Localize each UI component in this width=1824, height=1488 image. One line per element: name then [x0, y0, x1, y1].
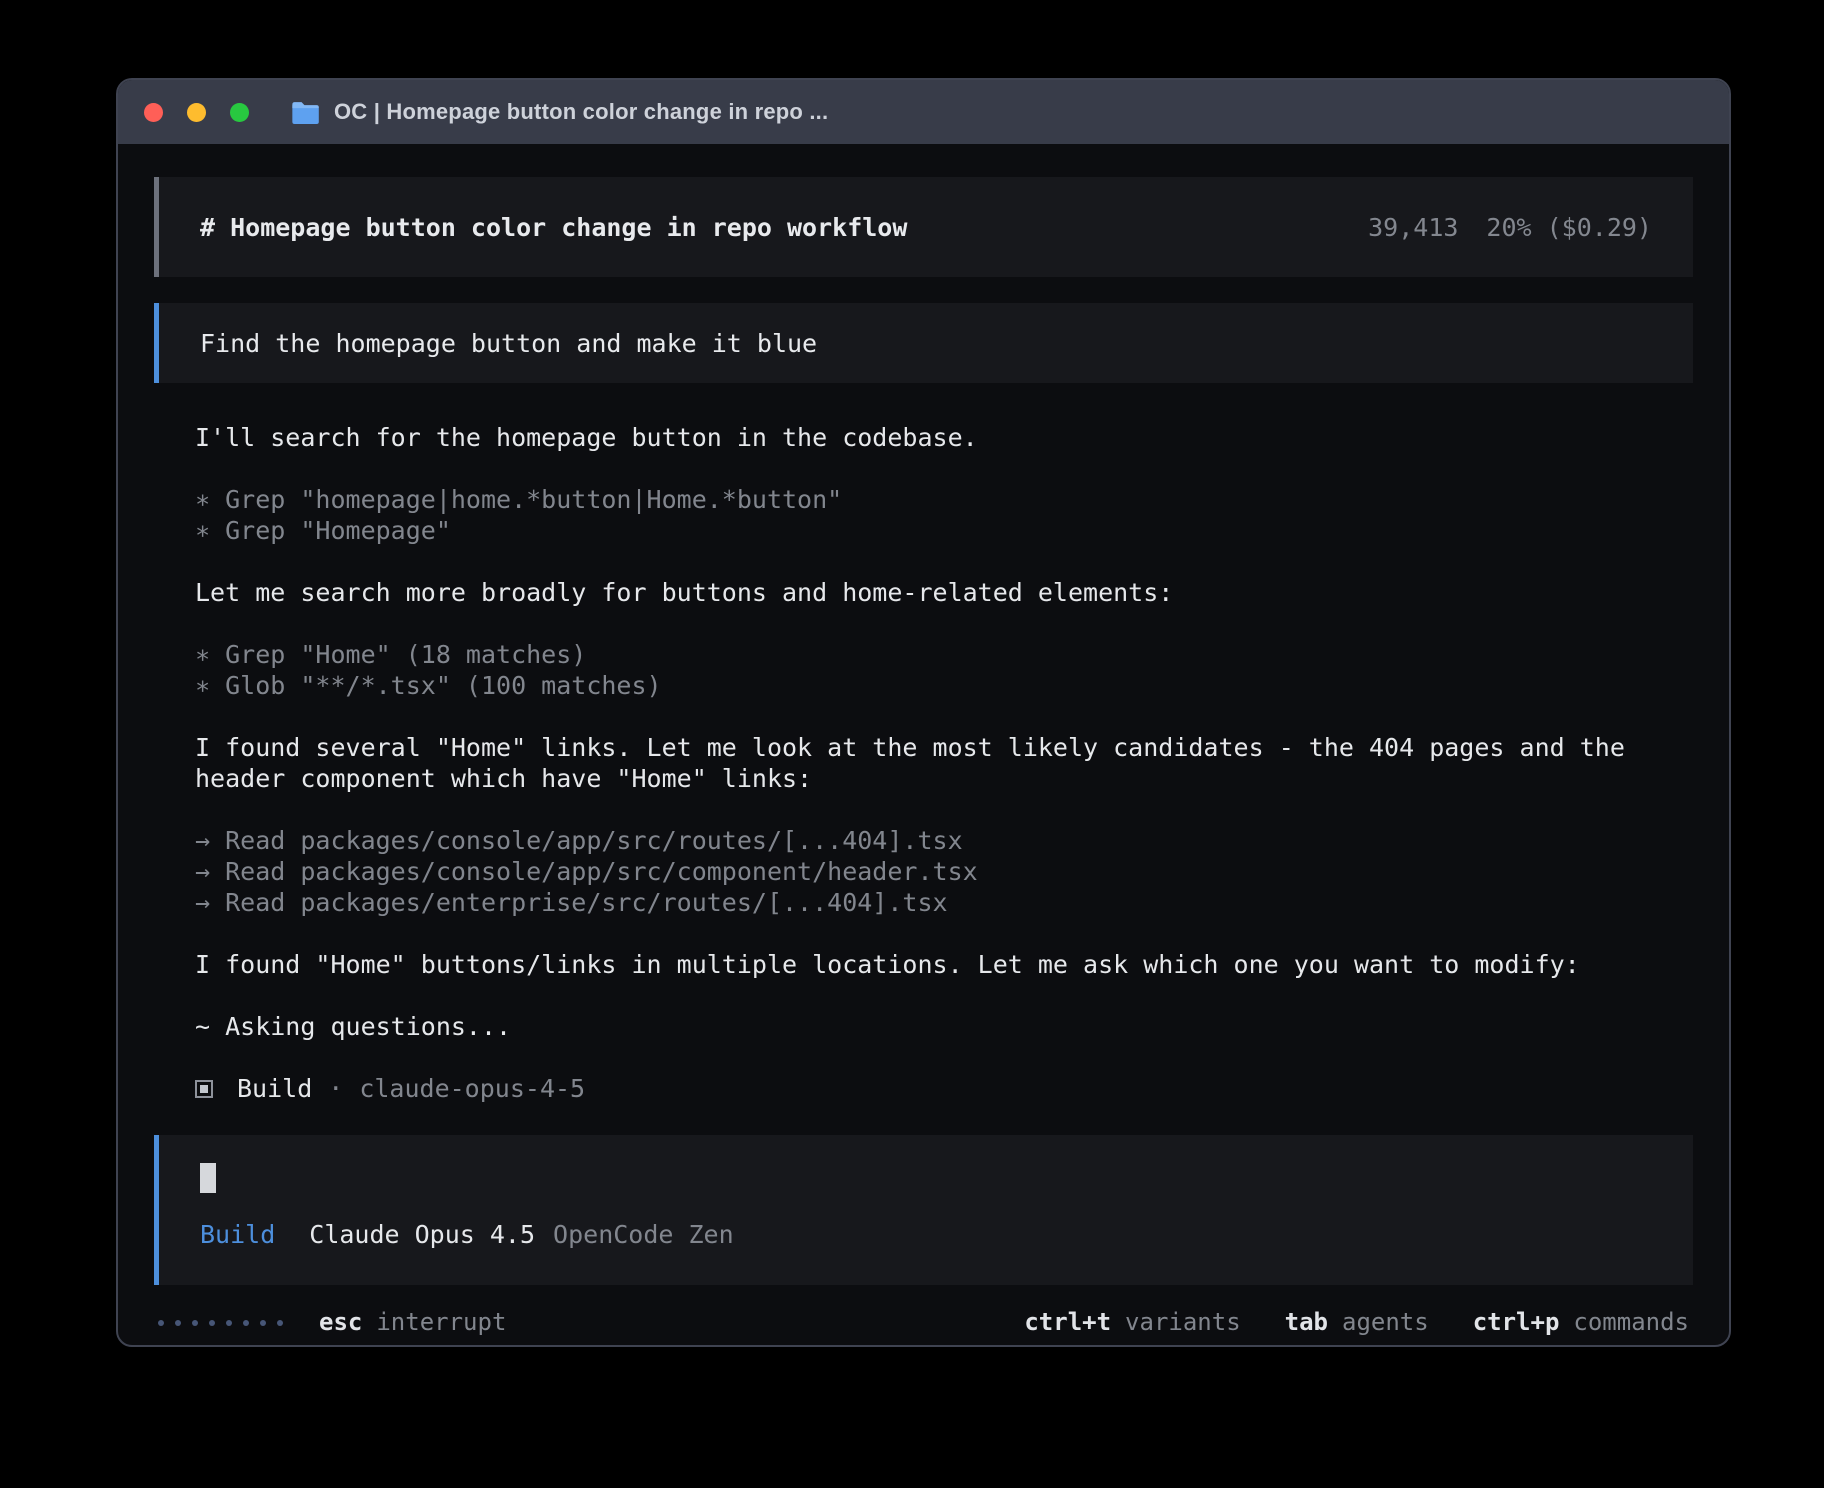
window-title: OC | Homepage button color change in rep…: [334, 99, 828, 125]
user-message-text: Find the homepage button and make it blu…: [200, 328, 817, 359]
tool-call-group: ∗ Grep "homepage|home.*button|Home.*butt…: [195, 484, 1693, 546]
user-message: Find the homepage button and make it blu…: [154, 303, 1693, 383]
tool-call-grep: ∗ Grep "homepage|home.*button|Home.*butt…: [195, 484, 1693, 515]
session-stats: 39,413 20% ($0.29): [1368, 212, 1652, 243]
traffic-lights: [144, 103, 249, 122]
asking-status: ~ Asking questions...: [195, 1011, 1647, 1042]
tool-call-group: ∗ Grep "Home" (18 matches) ∗ Glob "**/*.…: [195, 639, 1693, 701]
assistant-transcript: I'll search for the homepage button in t…: [154, 422, 1693, 1104]
shortcut-key: ctrl+p: [1473, 1307, 1560, 1338]
shortcut-label: variants: [1125, 1307, 1241, 1338]
separator-dot: ·: [328, 1073, 343, 1104]
context-usage: 20% ($0.29): [1486, 212, 1652, 243]
text-cursor[interactable]: [200, 1163, 216, 1193]
tool-call-glob: ∗ Glob "**/*.tsx" (100 matches): [195, 670, 1693, 701]
input-agent-label[interactable]: Build: [200, 1219, 275, 1250]
minimize-button[interactable]: [187, 103, 206, 122]
tool-call-group: → Read packages/console/app/src/routes/[…: [195, 825, 1693, 918]
assistant-text: I found several "Home" links. Let me loo…: [195, 732, 1647, 794]
shortcut-key: tab: [1285, 1307, 1328, 1338]
tool-call-grep: ∗ Grep "Home" (18 matches): [195, 639, 1693, 670]
assistant-text: I'll search for the homepage button in t…: [195, 422, 1647, 453]
agent-model: claude-opus-4-5: [359, 1073, 585, 1104]
statusbar-right: ctrl+t variants tab agents ctrl+p comman…: [1024, 1307, 1689, 1338]
agent-name: Build: [237, 1073, 312, 1104]
folder-icon: [291, 101, 319, 124]
input-model-label[interactable]: Claude Opus 4.5: [309, 1219, 535, 1250]
progress-dots-icon: [158, 1320, 283, 1326]
assistant-text: Let me search more broadly for buttons a…: [195, 577, 1647, 608]
esc-key-hint: esc: [319, 1307, 362, 1338]
close-button[interactable]: [144, 103, 163, 122]
zoom-button[interactable]: [230, 103, 249, 122]
input-provider-label: OpenCode Zen: [553, 1219, 734, 1250]
statusbar: esc interrupt ctrl+t variants tab agents…: [154, 1307, 1693, 1338]
shortcut-key: ctrl+t: [1024, 1307, 1111, 1338]
terminal-window: OC | Homepage button color change in rep…: [116, 78, 1731, 1347]
input-meta-row: Build Claude Opus 4.5 OpenCode Zen: [200, 1219, 1652, 1250]
titlebar[interactable]: OC | Homepage button color change in rep…: [118, 80, 1729, 144]
agent-attribution: Build · claude-opus-4-5: [195, 1073, 1693, 1104]
shortcut-variants: ctrl+t variants: [1024, 1307, 1240, 1338]
shortcut-agents: tab agents: [1285, 1307, 1429, 1338]
prompt-input[interactable]: Build Claude Opus 4.5 OpenCode Zen: [154, 1135, 1693, 1285]
tool-call-read: → Read packages/console/app/src/componen…: [195, 856, 1693, 887]
shortcut-label: agents: [1342, 1307, 1429, 1338]
shortcut-label: commands: [1573, 1307, 1689, 1338]
title-group: OC | Homepage button color change in rep…: [291, 99, 828, 125]
tool-call-read: → Read packages/console/app/src/routes/[…: [195, 825, 1693, 856]
agent-badge-icon: [195, 1080, 213, 1098]
tool-call-grep: ∗ Grep "Homepage": [195, 515, 1693, 546]
token-count: 39,413: [1368, 212, 1458, 243]
shortcut-commands: ctrl+p commands: [1473, 1307, 1689, 1338]
assistant-text: I found "Home" buttons/links in multiple…: [195, 949, 1647, 980]
terminal-content: # Homepage button color change in repo w…: [118, 144, 1729, 1338]
session-title: # Homepage button color change in repo w…: [200, 212, 907, 243]
tool-call-read: → Read packages/enterprise/src/routes/[.…: [195, 887, 1693, 918]
esc-key-label: interrupt: [376, 1307, 506, 1338]
session-header: # Homepage button color change in repo w…: [154, 177, 1693, 277]
statusbar-left: esc interrupt: [158, 1307, 506, 1338]
